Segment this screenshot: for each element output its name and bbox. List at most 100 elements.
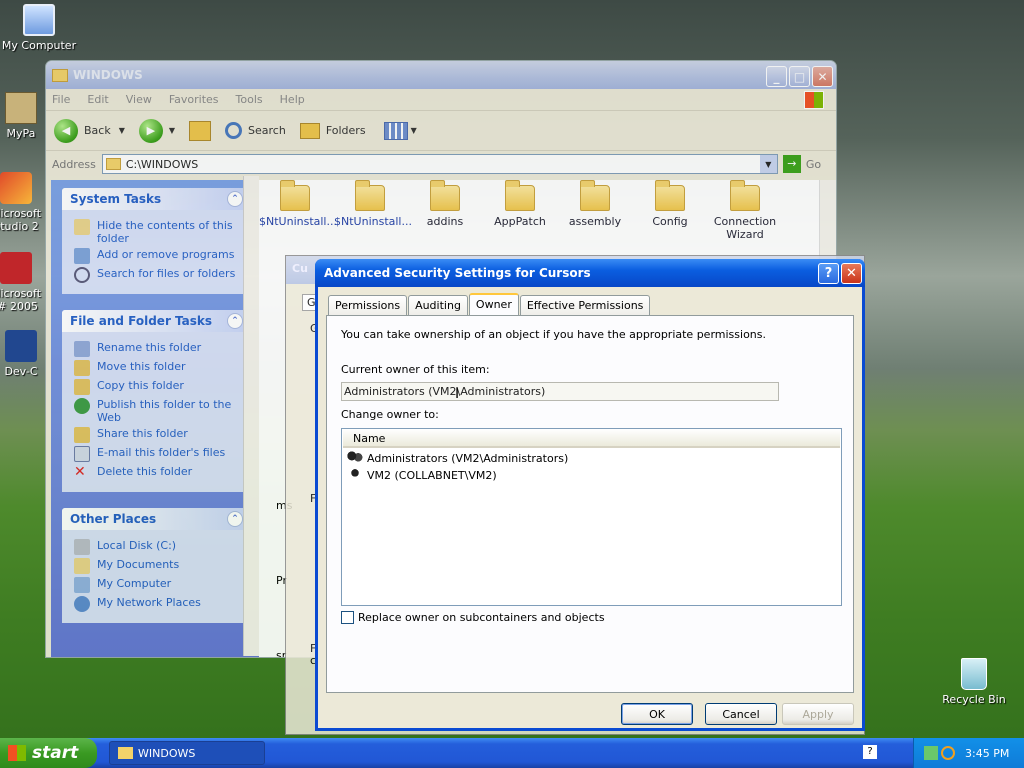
panel-title: Other Places	[70, 512, 157, 526]
views-icon[interactable]	[383, 121, 408, 140]
desktop-icon-vjsharp[interactable]: Microsoft J# 2005	[0, 252, 46, 313]
folder-icon	[505, 180, 535, 211]
chevron-down-icon[interactable]: ▼	[411, 126, 417, 135]
collapse-chevron-icon[interactable]: ⌃	[227, 313, 243, 329]
minimize-button[interactable]: _	[766, 66, 787, 87]
task-link[interactable]: Move this folder	[74, 360, 243, 376]
back-arrow-icon[interactable]: ◀	[54, 118, 78, 143]
forward-arrow-icon[interactable]: ▶	[138, 118, 163, 143]
add-remove-programs-icon	[74, 248, 90, 264]
task-pane-scrollbar[interactable]	[243, 176, 259, 656]
my-computer-icon	[23, 4, 55, 36]
folder-item[interactable]: $NtUninstall...	[259, 180, 337, 228]
folder-item[interactable]: Config	[634, 180, 706, 228]
replace-owner-checkbox-row[interactable]: Replace owner on subcontainers and objec…	[341, 611, 605, 624]
maximize-button[interactable]: □	[789, 66, 810, 87]
desktop-icon-label: Microsoft J# 2005	[0, 287, 42, 313]
dialog-title-bar[interactable]: Advanced Security Settings for Cursors	[315, 259, 865, 287]
back-button-label[interactable]: Back	[84, 124, 111, 137]
place-link[interactable]: My Computer	[74, 577, 243, 593]
collapse-chevron-icon[interactable]: ⌃	[227, 191, 243, 207]
folders-button-label[interactable]: Folders	[326, 124, 366, 137]
replace-owner-checkbox[interactable]	[341, 611, 354, 624]
folder-item[interactable]: $NtUninstall...	[334, 180, 412, 228]
network-places-icon	[74, 596, 90, 612]
place-label: Local Disk (C:)	[97, 539, 177, 552]
go-button-label[interactable]: Go	[806, 158, 821, 171]
task-link[interactable]: Share this folder	[74, 427, 243, 443]
menu-view[interactable]: View	[126, 93, 152, 106]
panel-header[interactable]: Other Places ⌃	[62, 508, 249, 530]
ok-button[interactable]: OK	[621, 703, 693, 725]
task-link[interactable]: Publish this folder to the Web	[74, 398, 243, 424]
explorer-title-bar[interactable]: WINDOWS	[46, 61, 836, 89]
task-link[interactable]: Search for files or folders	[74, 267, 243, 283]
list-item[interactable]: Administrators (VM2\Administrators)	[342, 448, 841, 465]
help-icon[interactable]: ?	[863, 745, 877, 759]
menu-file[interactable]: File	[52, 93, 70, 106]
place-link[interactable]: My Network Places	[74, 596, 243, 612]
close-button[interactable]: ✕	[812, 66, 833, 87]
user-group-icon	[347, 451, 363, 465]
start-button[interactable]: start	[0, 738, 97, 768]
task-link[interactable]: Rename this folder	[74, 341, 243, 357]
place-link[interactable]: Local Disk (C:)	[74, 539, 243, 555]
cancel-button[interactable]: Cancel	[705, 703, 777, 725]
owner-name: VM2 (COLLABNET\VM2)	[367, 468, 497, 482]
task-label: Rename this folder	[97, 341, 202, 354]
panel-header[interactable]: File and Folder Tasks ⌃	[62, 310, 249, 332]
folder-icon	[118, 747, 133, 759]
clock[interactable]: 3:45 PM	[965, 747, 1009, 760]
list-header[interactable]: Name	[343, 429, 840, 448]
menu-tools[interactable]: Tools	[236, 93, 263, 106]
search-tray-icon[interactable]	[941, 746, 955, 760]
folder-icon	[52, 68, 68, 82]
folders-icon[interactable]	[299, 122, 320, 139]
rename-icon	[74, 341, 90, 357]
search-button-label[interactable]: Search	[248, 124, 286, 137]
folder-item[interactable]: assembly	[559, 180, 631, 228]
folder-item[interactable]: AppPatch	[484, 180, 556, 228]
menu-favorites[interactable]: Favorites	[169, 93, 219, 106]
taskbar-button-windows[interactable]: WINDOWS	[109, 741, 265, 765]
address-input[interactable]: C:\WINDOWS ▼	[101, 154, 778, 174]
task-label: Delete this folder	[97, 465, 193, 478]
folder-item[interactable]: addins	[409, 180, 481, 228]
menu-help[interactable]: Help	[280, 93, 305, 106]
task-link[interactable]: Hide the contents of this folder	[74, 219, 243, 245]
collapse-chevron-icon[interactable]: ⌃	[227, 511, 243, 527]
folder-icon	[730, 180, 760, 211]
chevron-down-icon[interactable]: ▼	[169, 126, 175, 135]
list-item[interactable]: VM2 (COLLABNET\VM2)	[342, 465, 841, 482]
folder-item[interactable]: Connection Wizard	[709, 180, 781, 241]
chevron-down-icon[interactable]: ▼	[119, 126, 125, 135]
place-link[interactable]: My Documents	[74, 558, 243, 574]
owner-list[interactable]: Name Administrators (VM2\Administrators)…	[341, 428, 842, 606]
up-folder-icon[interactable]	[189, 120, 212, 141]
apply-button[interactable]: Apply	[782, 703, 854, 725]
tab-owner[interactable]: Owner	[468, 293, 519, 316]
window-title: WINDOWS	[73, 68, 143, 82]
advanced-security-dialog[interactable]: Advanced Security Settings for Cursors ?…	[315, 259, 865, 731]
standard-toolbar: ◀ Back ▼ ▶ ▼ Search Folders ▼	[46, 111, 836, 151]
desktop-icon-recycle-bin[interactable]: Recycle Bin	[935, 658, 1013, 706]
task-link[interactable]: E-mail this folder's files	[74, 446, 243, 462]
chevron-down-icon[interactable]: ▼	[759, 155, 777, 173]
close-button[interactable]: ✕	[841, 263, 862, 284]
task-link[interactable]: ✕ Delete this folder	[74, 465, 243, 481]
desktop-icon-my-pictures[interactable]: MyPa	[0, 92, 46, 140]
task-link[interactable]: Add or remove programs	[74, 248, 243, 264]
menu-edit[interactable]: Edit	[87, 93, 108, 106]
search-icon[interactable]	[225, 122, 243, 139]
panel-header[interactable]: System Tasks ⌃	[62, 188, 249, 210]
task-link[interactable]: Copy this folder	[74, 379, 243, 395]
network-tray-icon[interactable]	[924, 746, 938, 760]
desktop-icon-label: Microsoft Studio 2	[0, 207, 42, 233]
desktop-icon-my-computer[interactable]: My Computer	[0, 4, 78, 52]
desktop-icon-label: Recycle Bin	[942, 693, 1006, 706]
desktop-icon-visual-studio[interactable]: Microsoft Studio 2	[0, 172, 46, 233]
go-arrow-icon[interactable]: →	[782, 155, 801, 173]
help-button[interactable]: ?	[818, 263, 839, 284]
desktop-icon-dev-cpp[interactable]: Dev-C	[0, 330, 46, 378]
current-owner-field[interactable]: Administrators (VM2\Administrators)	[341, 382, 779, 401]
